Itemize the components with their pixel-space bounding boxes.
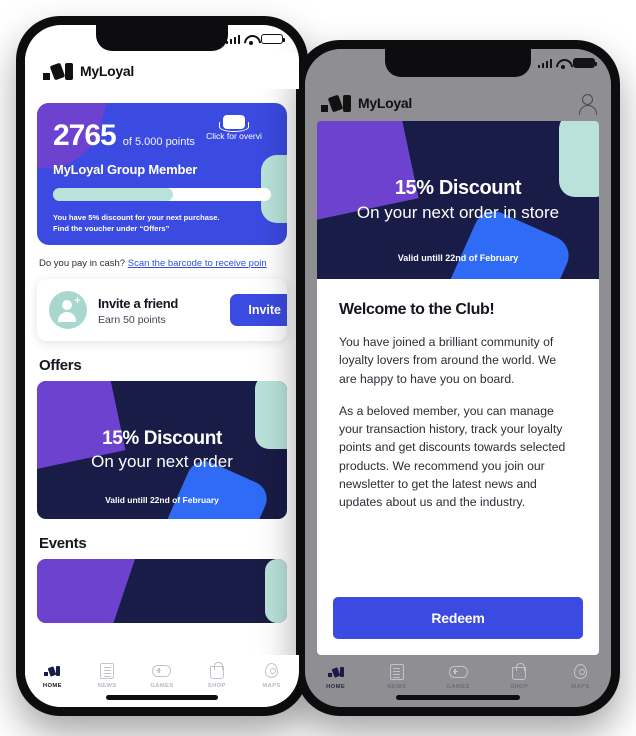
event-card[interactable] [37,559,287,623]
offers-section-title: Offers [39,357,82,374]
modal-paragraph-2: As a beloved member, you can manage your… [339,403,566,510]
modal-offer-banner: 15% Discount On your next order in store… [317,121,599,279]
points-progress-fill [53,188,173,201]
right-home-indicator [396,695,520,700]
left-app-header: MyLoyal [25,53,299,89]
modal-title: Welcome to the Club! [339,301,495,318]
card-overview-icon [219,115,249,132]
right-tab-games[interactable]: GAMES [427,662,488,690]
points-card[interactable]: Click for overvi 2765 of 5.000 points My… [37,103,287,245]
left-tab-home[interactable]: HOME [25,661,80,689]
membership-tier-label: MyLoyal Group Member [53,162,198,177]
left-app-scroll-area[interactable]: Click for overvi 2765 of 5.000 points My… [25,89,299,707]
offer-subline: On your next order [91,452,233,471]
maps-icon [244,661,299,680]
news-icon [366,662,427,681]
redeem-button[interactable]: Redeem [333,597,583,639]
invite-friend-card[interactable]: + Invite a friend Earn 50 points Invite [37,279,287,341]
modal-offer-validity-label: Valid untill 22nd of February [397,253,519,263]
modal-footer: Redeem [317,597,599,655]
left-phone-screen: MyLoyal Click for overvi 2765 of 5.000 p… [25,25,299,707]
left-tab-news[interactable]: NEWS [80,661,135,689]
cash-payment-row: Do you pay in cash? Scan the barcode to … [39,258,285,269]
modal-body: Welcome to the Club! You have joined a b… [317,279,599,597]
right-tab-maps[interactable]: MAPS [550,662,611,690]
offer-card[interactable]: 15% Discount On your next order Valid un… [37,381,287,519]
right-tab-label: MAPS [571,684,590,690]
left-phone-notch [96,25,228,51]
games-icon [427,662,488,681]
right-phone-device: MyLoyal 15% Discount On your next order … [296,40,620,716]
modal-mint-shape [559,121,599,197]
left-tab-shop[interactable]: SHOP [189,661,244,689]
events-section-title: Events [39,535,87,552]
app-brand-label: MyLoyal [80,63,134,79]
left-tab-label: NEWS [97,683,117,689]
card-overview-button[interactable]: Click for overvi [189,115,279,141]
points-note-line-2: Find the voucher under “Offers” [53,224,170,234]
offer-validity-label: Valid untill 22nd of February [105,495,219,505]
profile-icon[interactable] [578,93,597,115]
wifi-icon [244,34,257,45]
left-tab-label: GAMES [150,683,174,689]
card-overview-label: Click for overvi [206,131,262,141]
cellular-signal-icon [537,58,552,68]
right-tab-label: NEWS [387,684,407,690]
add-person-icon: + [49,291,87,329]
right-tab-home[interactable]: HOME [305,662,366,690]
screenshot-stage: MyLoyal Click for overvi 2765 of 5.000 p… [0,0,636,736]
event-purple-shape [37,559,135,623]
myloyal-logo-icon [321,94,351,112]
invite-title: Invite a friend [98,295,179,311]
app-brand-label: MyLoyal [358,95,412,111]
shop-icon [489,662,550,681]
left-tab-label: MAPS [262,683,281,689]
event-mint-shape [265,559,287,623]
welcome-modal: 15% Discount On your next order in store… [317,121,599,655]
left-home-indicator [106,695,218,700]
invite-text-block: Invite a friend Earn 50 points [98,295,230,326]
battery-icon [261,33,285,45]
modal-paragraph-1: You have joined a brilliant community of… [339,335,557,386]
right-tab-label: GAMES [446,684,470,690]
right-tab-shop[interactable]: SHOP [489,662,550,690]
left-tab-games[interactable]: GAMES [135,661,190,689]
points-card-note: You have 5% discount for your next purch… [53,212,271,235]
cash-question-label: Do you pay in cash? [39,258,128,269]
myloyal-logo-icon [43,62,73,80]
right-phone-notch [385,49,531,77]
right-app-header: MyLoyal [305,85,611,121]
left-tab-label: HOME [42,683,62,689]
scan-barcode-link[interactable]: Scan the barcode to receive poin [128,258,267,269]
home-icon [25,661,80,680]
points-progress-bar [53,188,271,201]
right-tab-label: HOME [326,684,346,690]
modal-offer-subline: On your next order in store [356,203,560,222]
points-note-line-1: You have 5% discount for your next purch… [53,213,220,222]
games-icon [135,661,190,680]
news-icon [80,661,135,680]
maps-icon [550,662,611,681]
left-phone-device: MyLoyal Click for overvi 2765 of 5.000 p… [16,16,308,716]
right-tab-news[interactable]: NEWS [366,662,427,690]
points-value: 2765 [53,119,117,152]
wifi-icon [556,58,569,69]
points-total-label: of 5.000 points [122,136,195,148]
left-tab-label: SHOP [207,683,226,689]
right-phone-screen: MyLoyal 15% Discount On your next order … [305,49,611,707]
home-icon [305,662,366,681]
offer-mint-shape [255,381,287,449]
battery-icon [573,57,597,69]
shop-icon [189,661,244,680]
right-tab-label: SHOP [510,684,529,690]
invite-subtitle: Earn 50 points [98,313,166,326]
left-tab-maps[interactable]: MAPS [244,661,299,689]
offer-headline: 15% Discount [102,428,222,449]
plus-badge-icon: + [74,295,81,307]
modal-offer-headline: 15% Discount [394,177,522,199]
invite-button[interactable]: Invite [230,294,287,326]
